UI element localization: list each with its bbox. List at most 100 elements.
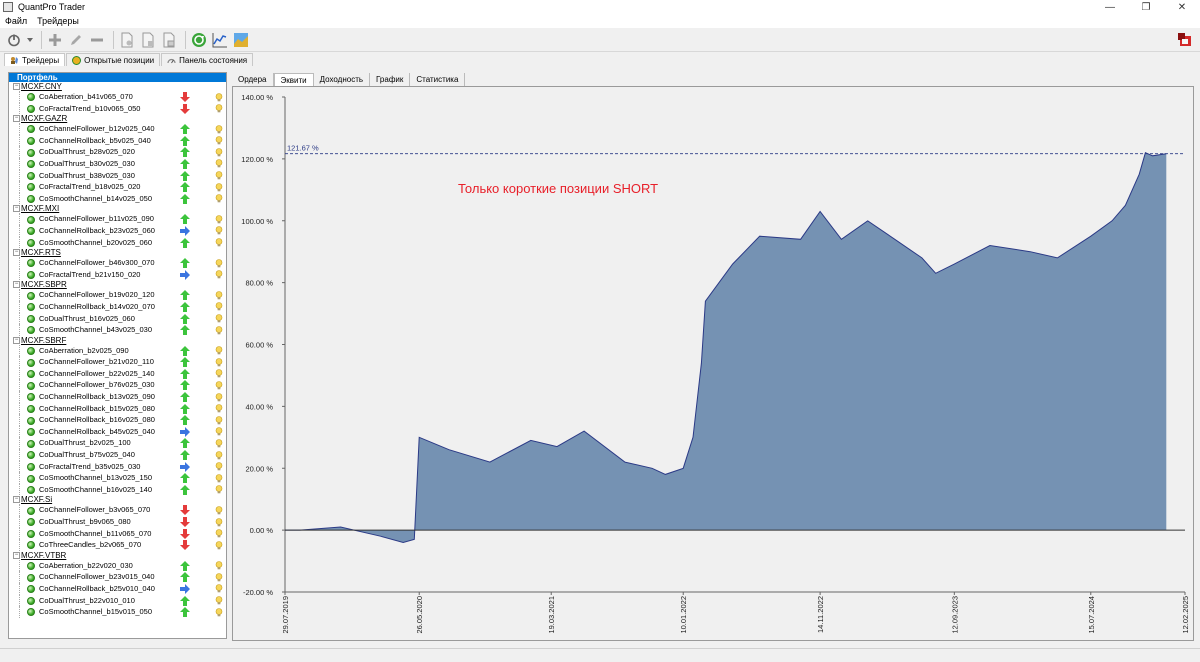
tree-item-strategy[interactable]: CoChannelFollower_b23v015_040 — [9, 571, 226, 583]
lightbulb-icon[interactable] — [215, 561, 223, 570]
lightbulb-icon[interactable] — [215, 136, 223, 145]
equity-chart[interactable]: 140.00 % 120.00 % 100.00 % 80.00 % 60.00 % 40… — [233, 87, 1193, 640]
collapse-icon[interactable]: − — [13, 83, 20, 90]
tree-item-strategy[interactable]: CoDualThrust_b30v025_030 — [9, 157, 226, 170]
lightbulb-icon[interactable] — [215, 381, 223, 390]
tree-group[interactable]: − MCXF.GAZR — [9, 114, 226, 123]
tree-item-strategy[interactable]: CoFractalTrend_b10v065_050 — [9, 102, 226, 115]
subtab-chart[interactable]: График — [370, 73, 411, 86]
lightbulb-icon[interactable] — [215, 584, 223, 593]
tree-item-strategy[interactable]: CoSmoothChannel_b15v015_050 — [9, 606, 226, 618]
collapse-icon[interactable]: − — [13, 496, 20, 504]
tree-item-strategy[interactable]: CoFractalTrend_b18v025_020 — [9, 181, 226, 193]
lightbulb-icon[interactable] — [215, 573, 223, 582]
lightbulb-icon[interactable] — [215, 270, 223, 279]
subtab-statistics[interactable]: Статистика — [410, 73, 466, 86]
lightbulb-icon[interactable] — [215, 473, 223, 483]
lightbulb-icon[interactable] — [215, 92, 223, 102]
lightbulb-icon[interactable] — [215, 450, 223, 460]
tree-item-strategy[interactable]: CoSmoothChannel_b16v025_140 — [9, 483, 226, 496]
tree-item-strategy[interactable]: CoSmoothChannel_b43v025_030 — [9, 324, 226, 336]
tree-group[interactable]: − MCXF.RTS — [9, 248, 226, 257]
tree-group[interactable]: − MCXF.SBPR — [9, 280, 226, 289]
tree-item-strategy[interactable]: CoChannelFollower_b12v025_040 — [9, 123, 226, 135]
subtab-equity[interactable]: Эквити — [273, 73, 314, 86]
close-button[interactable]: ✕ — [1164, 0, 1200, 14]
lightbulb-icon[interactable] — [215, 258, 223, 268]
lightbulb-icon[interactable] — [215, 182, 223, 192]
tree-item-strategy[interactable]: CoChannelRollback_b16v025_080 — [9, 414, 226, 426]
tree-item-strategy[interactable]: CoChannelFollower_b19v020_120 — [9, 289, 226, 301]
tree-group[interactable]: − MCXF.VTBR — [9, 551, 226, 560]
lightbulb-icon[interactable] — [215, 439, 223, 448]
tree-group[interactable]: − MCXF.SBRF — [9, 336, 226, 345]
tree-item-strategy[interactable]: CoFractalTrend_b21v150_020 — [9, 268, 226, 281]
lightbulb-icon[interactable] — [215, 215, 223, 224]
menu-traders[interactable]: Трейдеры — [32, 16, 84, 26]
collapse-icon[interactable]: − — [13, 115, 20, 123]
tree-item-strategy[interactable]: CoChannelRollback_b45v025_040 — [9, 425, 226, 438]
tree-item-strategy[interactable]: CoDualThrust_b9v065_080 — [9, 516, 226, 528]
tree-item-strategy[interactable]: CoDualThrust_b2v025_100 — [9, 437, 226, 450]
lightbulb-icon[interactable] — [215, 124, 223, 134]
add-icon[interactable] — [46, 31, 64, 49]
tree-item-strategy[interactable]: CoDualThrust_b38v025_030 — [9, 169, 226, 182]
tree-group[interactable]: − MCXF.CNY — [9, 82, 226, 91]
tree-item-strategy[interactable]: CoChannelFollower_b21v020_110 — [9, 356, 226, 368]
tree-item-strategy[interactable]: CoAberration_b2v025_090 — [9, 344, 226, 357]
lightbulb-icon[interactable] — [215, 485, 223, 494]
lightbulb-icon[interactable] — [215, 314, 223, 323]
lightbulb-icon[interactable] — [215, 302, 223, 311]
tree-root-portfolio[interactable]: Портфель — [9, 73, 226, 82]
lightbulb-icon[interactable] — [215, 291, 223, 300]
lightbulb-icon[interactable] — [215, 194, 223, 203]
portfolio-tree[interactable]: Портфель − MCXF.CNY CoAberration_b41v065_0… — [8, 72, 227, 639]
edit-icon[interactable] — [67, 31, 85, 49]
collapse-icon[interactable]: − — [13, 249, 20, 257]
lightbulb-icon[interactable] — [215, 607, 223, 617]
chart-area-icon[interactable] — [232, 31, 250, 49]
tree-item-strategy[interactable]: CoChannelFollower_b3v065_070 — [9, 504, 226, 516]
document-icon[interactable] — [118, 31, 136, 49]
lightbulb-icon[interactable] — [215, 226, 223, 235]
subtab-returns[interactable]: Доходность — [314, 73, 371, 86]
collapse-icon[interactable]: − — [13, 551, 20, 559]
lightbulb-icon[interactable] — [215, 427, 223, 436]
refresh-icon[interactable] — [190, 31, 208, 49]
lightbulb-icon[interactable] — [215, 357, 223, 367]
tree-item-strategy[interactable]: CoAberration_b22v020_030 — [9, 559, 226, 572]
tree-item-strategy[interactable]: CoChannelRollback_b15v025_080 — [9, 402, 226, 415]
tree-item-strategy[interactable]: CoThreeCandles_b2v065_070 — [9, 539, 226, 551]
tree-item-strategy[interactable]: CoDualThrust_b28v025_020 — [9, 146, 226, 158]
lightbulb-icon[interactable] — [215, 148, 223, 157]
collapse-icon[interactable]: − — [13, 205, 20, 213]
lightbulb-icon[interactable] — [215, 346, 223, 355]
subtab-orders[interactable]: Ордера — [232, 73, 274, 86]
collapse-icon[interactable]: − — [13, 336, 20, 344]
lightbulb-icon[interactable] — [215, 159, 223, 168]
maximize-button[interactable]: ❐ — [1128, 0, 1164, 14]
lightbulb-icon[interactable] — [215, 404, 223, 413]
power-icon[interactable] — [5, 31, 23, 49]
tree-item-strategy[interactable]: CoChannelFollower_b11v025_090 — [9, 213, 226, 225]
dropdown-arrow-icon[interactable] — [26, 31, 34, 49]
tree-item-strategy[interactable]: CoChannelRollback_b13v025_090 — [9, 391, 226, 403]
lightbulb-icon[interactable] — [215, 462, 223, 471]
lightbulb-icon[interactable] — [215, 596, 223, 605]
lightbulb-icon[interactable] — [215, 104, 223, 113]
tab-status-panel[interactable]: Панель состояния — [161, 53, 254, 66]
document-settings-icon[interactable] — [139, 31, 157, 49]
remove-icon[interactable] — [88, 31, 106, 49]
tree-item-strategy[interactable]: CoChannelRollback_b5v025_040 — [9, 134, 226, 147]
tree-item-strategy[interactable]: CoChannelRollback_b23v025_060 — [9, 224, 226, 237]
tree-item-strategy[interactable]: CoSmoothChannel_b13v025_150 — [9, 472, 226, 484]
lightbulb-icon[interactable] — [215, 517, 223, 527]
tree-item-strategy[interactable]: CoDualThrust_b75v025_040 — [9, 449, 226, 461]
lightbulb-icon[interactable] — [215, 171, 223, 180]
lightbulb-icon[interactable] — [215, 529, 223, 538]
menu-file[interactable]: Файл — [0, 16, 32, 26]
tab-traders[interactable]: Трейдеры — [4, 53, 66, 66]
tree-item-strategy[interactable]: CoFractalTrend_b35v025_030 — [9, 460, 226, 473]
minimize-button[interactable]: — — [1092, 0, 1128, 14]
lightbulb-icon[interactable] — [215, 238, 223, 247]
